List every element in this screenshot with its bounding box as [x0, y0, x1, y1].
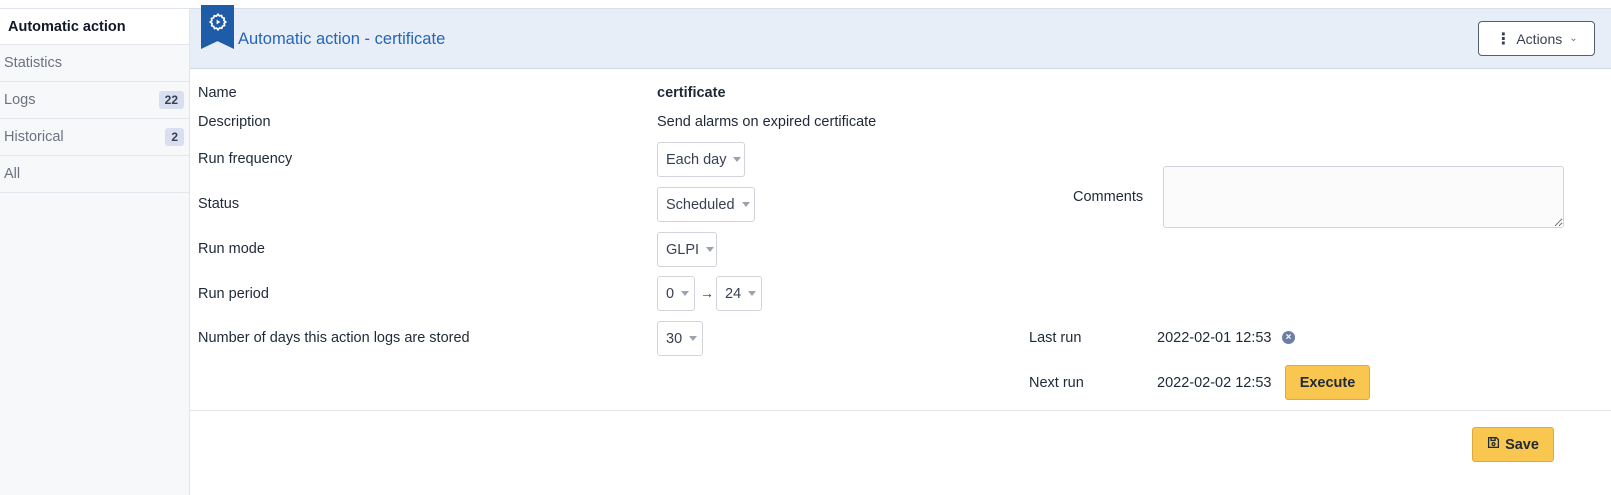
run-period-to-value: 24 [725, 285, 742, 302]
page: Automatic action Statistics Logs 22 Hist… [0, 0, 1611, 495]
sidebar-item-label: Statistics [4, 55, 63, 71]
comments-field[interactable] [1163, 166, 1564, 228]
sidebar-item-label: All [4, 166, 21, 182]
chevron-down-icon: ⌄ [1569, 33, 1578, 44]
run-period-to-select[interactable]: 24 [716, 276, 762, 311]
sidebar-item-automatic-action[interactable]: Automatic action [0, 8, 189, 45]
run-mode-select[interactable]: GLPI [657, 232, 717, 267]
run-period-label: Run period [198, 286, 269, 302]
description-label: Description [198, 114, 271, 130]
sidebar-item-all[interactable]: All [0, 156, 189, 193]
caret-down-icon [733, 157, 742, 162]
execute-button[interactable]: Execute [1285, 365, 1370, 400]
next-run-label: Next run [1029, 375, 1084, 391]
arrow-right-icon: → [700, 285, 714, 301]
sidebar: Automatic action Statistics Logs 22 Hist… [0, 8, 190, 495]
status-select[interactable]: Scheduled [657, 187, 755, 222]
card-header: Automatic action - certificate ⋮ Actions… [190, 5, 1611, 69]
logs-retention-value: 30 [666, 330, 683, 347]
status-value: Scheduled [666, 196, 735, 213]
run-frequency-value: Each day [666, 151, 727, 168]
divider [190, 410, 1611, 411]
status-label: Status [198, 196, 240, 212]
logs-retention-label: Number of days this action logs are stor… [198, 330, 470, 346]
description-value: Send alarms on expired certificate [657, 114, 877, 130]
sidebar-item-label: Automatic action [8, 18, 126, 35]
last-run-value: 2022-02-01 12:53 [1157, 330, 1272, 346]
caret-down-icon [741, 202, 750, 207]
execute-label: Execute [1299, 374, 1356, 391]
last-run-label: Last run [1029, 330, 1082, 346]
sidebar-item-label: Logs [4, 92, 36, 108]
run-frequency-select[interactable]: Each day [657, 142, 745, 177]
logs-retention-select[interactable]: 30 [657, 321, 703, 356]
actions-label: Actions [1516, 30, 1563, 47]
more-vertical-icon: ⋮ [1495, 30, 1511, 48]
logs-count-badge: 22 [158, 91, 184, 109]
run-period-from-select[interactable]: 0 [657, 276, 695, 311]
caret-down-icon [748, 291, 757, 296]
main-card: Automatic action - certificate ⋮ Actions… [190, 5, 1611, 495]
name-label: Name [198, 85, 237, 101]
save-button[interactable]: Save [1472, 427, 1554, 462]
reset-icon[interactable]: × [1282, 331, 1295, 344]
run-period-from-value: 0 [666, 285, 675, 302]
save-label: Save [1505, 436, 1539, 453]
save-icon [1487, 436, 1500, 453]
actions-button[interactable]: ⋮ Actions ⌄ [1478, 21, 1595, 56]
sidebar-item-logs[interactable]: Logs 22 [0, 82, 189, 119]
run-frequency-label: Run frequency [198, 151, 293, 167]
run-mode-value: GLPI [666, 241, 700, 258]
caret-down-icon [689, 336, 698, 341]
caret-down-icon [681, 291, 690, 296]
caret-down-icon [706, 247, 715, 252]
gear-play-icon [201, 5, 234, 49]
sidebar-item-historical[interactable]: Historical 2 [0, 119, 189, 156]
sidebar-item-label: Historical [4, 129, 64, 145]
name-value: certificate [657, 85, 726, 101]
page-title: Automatic action - certificate [238, 30, 446, 48]
next-run-value: 2022-02-02 12:53 [1157, 375, 1272, 391]
run-mode-label: Run mode [198, 241, 265, 257]
historical-count-badge: 2 [165, 128, 184, 146]
comments-label: Comments [1073, 189, 1144, 205]
sidebar-item-statistics[interactable]: Statistics [0, 45, 189, 82]
